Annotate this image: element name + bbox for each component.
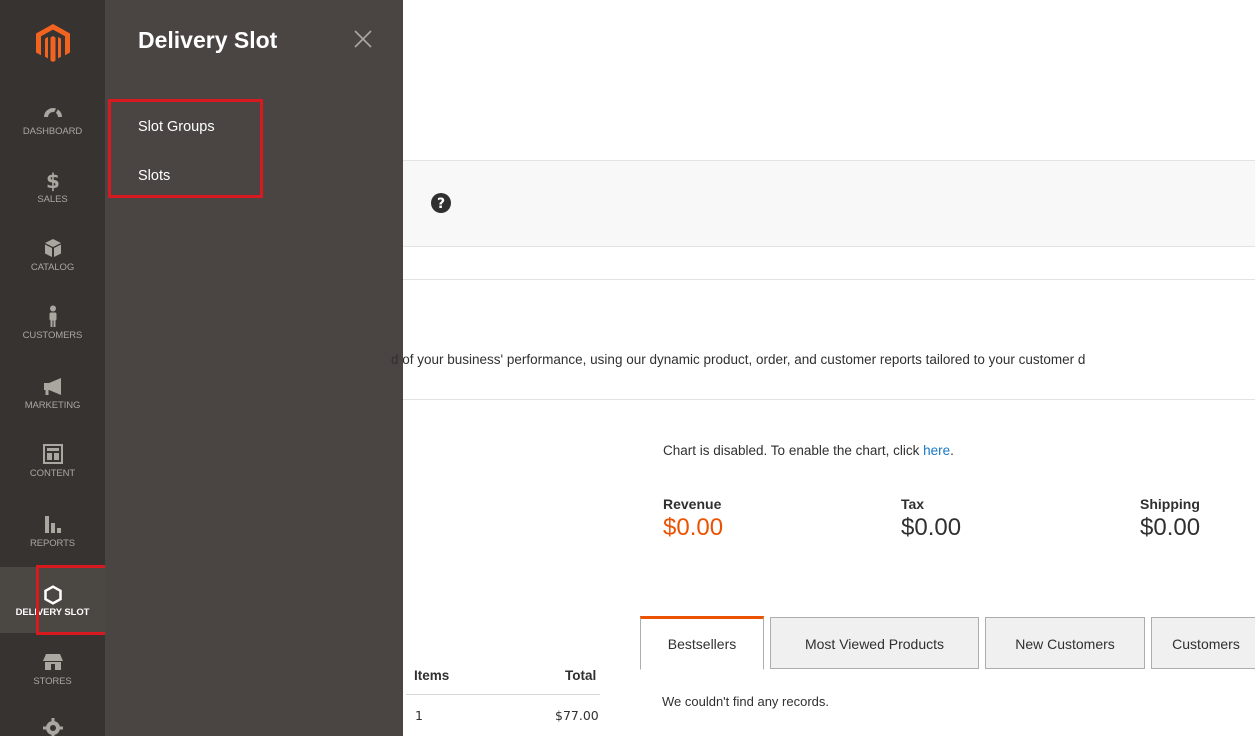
nav-item-system[interactable] — [0, 716, 105, 736]
magento-logo-icon[interactable] — [36, 24, 70, 62]
nav-item-dashboard[interactable]: DASHBOARD — [0, 100, 105, 166]
stat-label: Shipping — [1140, 496, 1200, 512]
stat-value: $0.00 — [663, 514, 724, 541]
stat-label: Tax — [901, 496, 925, 512]
dashboard-main: ? d of your business' performance, using… — [391, 0, 1255, 736]
nav-item-delivery-slot[interactable]: DELIVERY SLOT — [0, 567, 105, 633]
tab-most-viewed-products[interactable]: Most Viewed Products — [770, 617, 979, 669]
nav-label: SALES — [37, 194, 68, 205]
stat-value: $0.00 — [901, 514, 962, 541]
dashboard-icon — [43, 108, 62, 117]
dollar-icon: $ — [46, 169, 60, 192]
store-icon — [42, 654, 63, 670]
divider — [403, 399, 1255, 400]
svg-text:?: ? — [437, 196, 445, 212]
close-icon[interactable] — [350, 26, 376, 52]
nav-label: MARKETING — [24, 400, 81, 411]
megaphone-icon — [43, 378, 61, 395]
stat-shipping: Shipping $0.00 — [1140, 496, 1200, 542]
nav-item-stores[interactable]: STORES — [0, 650, 105, 716]
nav-item-sales[interactable]: $ SALES — [0, 168, 105, 234]
stat-value: $0.00 — [1140, 514, 1201, 541]
cube-icon — [44, 239, 61, 257]
nav-label: CUSTOMERS — [22, 330, 83, 341]
chart-disabled-message: Chart is disabled. To enable the chart, … — [663, 443, 954, 458]
bar-chart-icon — [44, 516, 61, 533]
nav-item-catalog[interactable]: CATALOG — [0, 236, 105, 302]
dashboard-intro-text: d of your business' performance, using o… — [391, 352, 1086, 367]
nav-label: REPORTS — [29, 538, 76, 549]
submenu-item-slots[interactable]: Slots — [138, 168, 170, 184]
enable-chart-link[interactable]: here — [923, 443, 950, 458]
layout-icon — [42, 444, 63, 464]
submenu-title: Delivery Slot — [138, 27, 278, 53]
admin-sidebar: DASHBOARD $ SALES CATALOG CUSTOMERS MARK — [0, 0, 105, 736]
nav-label: DELIVERY SLOT — [15, 607, 90, 618]
no-records-message: We couldn't find any records. — [662, 694, 829, 709]
nav-label: DASHBOARD — [22, 126, 83, 137]
dashboard-tabs: Bestsellers Most Viewed Products New Cus… — [640, 616, 1255, 670]
tab-bestsellers[interactable]: Bestsellers — [640, 616, 764, 670]
svg-text:$: $ — [46, 169, 60, 192]
page-actions-bar: ? — [403, 160, 1255, 247]
chart-msg-text: Chart is disabled. To enable the chart, … — [663, 443, 924, 458]
divider — [403, 279, 1255, 280]
nav-label: CATALOG — [30, 262, 75, 273]
delivery-slot-submenu: Delivery Slot Slot Groups Slots — [105, 0, 403, 736]
stat-tax: Tax $0.00 — [901, 496, 961, 542]
submenu-item-slot-groups[interactable]: Slot Groups — [138, 119, 215, 135]
nav-item-customers[interactable]: CUSTOMERS — [0, 304, 105, 370]
nav-item-marketing[interactable]: MARKETING — [0, 374, 105, 440]
tab-new-customers[interactable]: New Customers — [985, 617, 1145, 669]
table-header-total: Total — [565, 668, 597, 683]
stat-label: Revenue — [663, 496, 722, 512]
tab-customers[interactable]: Customers — [1151, 617, 1255, 669]
help-icon[interactable]: ? — [430, 192, 452, 214]
gear-icon — [42, 718, 63, 736]
stat-revenue: Revenue $0.00 — [663, 496, 723, 542]
nav-item-content[interactable]: CONTENT — [0, 442, 105, 508]
table-header-items: Items — [414, 668, 450, 683]
person-icon — [49, 305, 56, 327]
hexagon-icon — [43, 585, 62, 605]
table-divider — [406, 694, 600, 695]
table-cell-items: 1 — [415, 708, 423, 723]
nav-label: CONTENT — [29, 468, 76, 479]
table-cell-total: $77.00 — [555, 708, 599, 723]
nav-label: STORES — [33, 676, 72, 687]
chart-msg-end: . — [950, 443, 954, 458]
